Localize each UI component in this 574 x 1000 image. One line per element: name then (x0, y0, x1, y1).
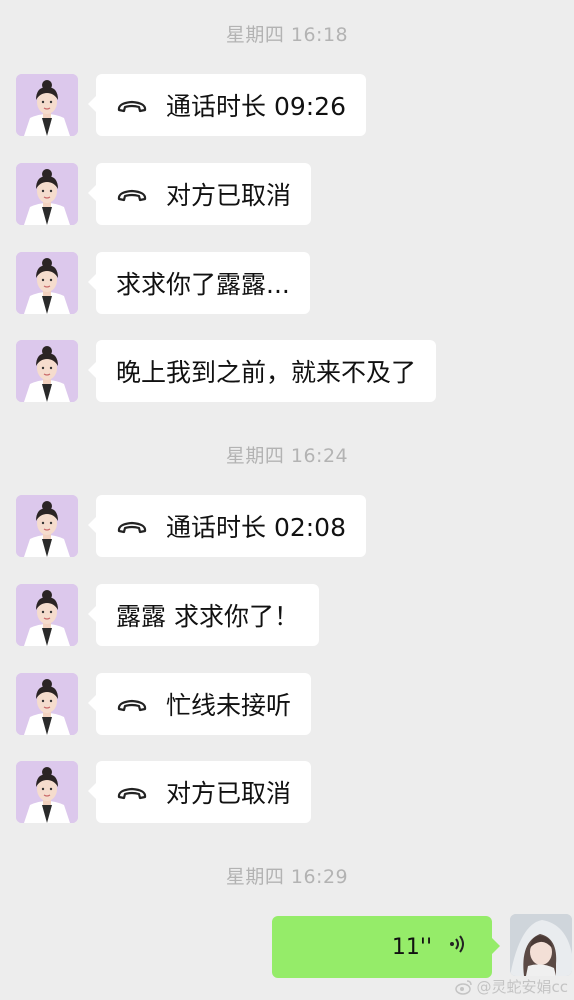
phone-hangup-icon (116, 94, 148, 116)
my-avatar[interactable] (510, 914, 572, 976)
contact-avatar[interactable] (16, 74, 78, 136)
watermark: @灵蛇安娟cc (454, 976, 569, 997)
message-text: 晚上我到之前，就来不及了 (116, 358, 417, 387)
message-row: 露露 求求你了！ (0, 584, 574, 648)
weibo-icon (454, 979, 472, 995)
call-record-bubble[interactable]: 对方已取消 (87, 761, 312, 823)
message-row: 忙线未接听 (0, 673, 574, 737)
timestamp: 星期四 16:29 (225, 866, 349, 888)
call-record-bubble[interactable]: 对方已取消 (87, 163, 312, 225)
message-row: 对方已取消 (0, 761, 574, 825)
call-record-bubble[interactable]: 通话时长 02:08 (88, 495, 366, 557)
message-row: 晚上我到之前，就来不及了 (0, 340, 574, 404)
message-row: 对方已取消 (0, 163, 574, 227)
message-text: 忙线未接听 (166, 691, 292, 720)
contact-avatar[interactable] (16, 163, 78, 225)
timestamp: 星期四 16:24 (225, 445, 349, 467)
call-record-bubble[interactable]: 忙线未接听 (87, 673, 312, 735)
contact-avatar[interactable] (16, 495, 78, 557)
text-message-bubble[interactable]: 露露 求求你了！ (88, 584, 319, 646)
voice-message-bubble[interactable]: 11'' (272, 916, 500, 978)
message-text: 通话时长 09:26 (166, 92, 346, 121)
voice-wave-icon (448, 933, 468, 961)
message-text: 露露 求求你了！ (116, 602, 299, 631)
message-text: 对方已取消 (166, 181, 292, 210)
phone-hangup-icon (116, 781, 148, 803)
phone-hangup-icon (116, 693, 148, 715)
phone-hangup-icon (116, 183, 148, 205)
watermark-text: @灵蛇安娟cc (476, 978, 569, 996)
text-message-bubble[interactable]: 晚上我到之前，就来不及了 (87, 340, 437, 402)
message-row-outgoing: 11'' (0, 914, 574, 980)
contact-avatar[interactable] (16, 252, 78, 314)
text-message-bubble[interactable]: 求求你了露露... (88, 252, 310, 314)
contact-avatar[interactable] (16, 761, 78, 823)
message-text: 对方已取消 (166, 779, 292, 808)
message-text: 求求你了露露... (116, 270, 290, 299)
message-text: 通话时长 02:08 (166, 513, 346, 542)
call-record-bubble[interactable]: 通话时长 09:26 (88, 74, 366, 136)
message-row: 通话时长 02:08 (0, 495, 574, 559)
voice-duration: 11'' (391, 934, 432, 960)
contact-avatar[interactable] (16, 340, 78, 402)
contact-avatar[interactable] (16, 673, 78, 735)
phone-hangup-icon (116, 515, 148, 537)
contact-avatar[interactable] (16, 584, 78, 646)
message-row: 求求你了露露... (0, 252, 574, 316)
timestamp: 星期四 16:18 (225, 24, 349, 46)
message-row: 通话时长 09:26 (0, 74, 574, 138)
